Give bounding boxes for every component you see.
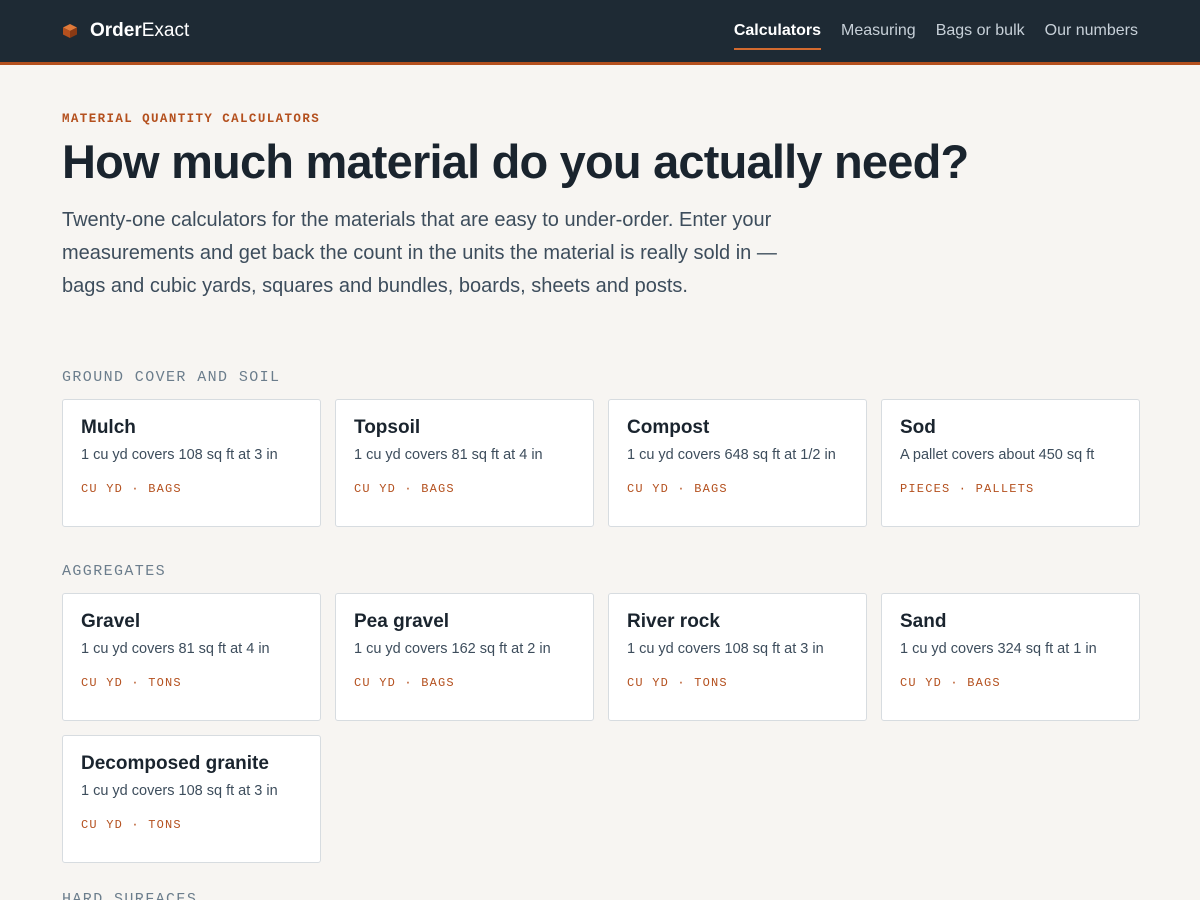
card-river-rock[interactable]: River rock 1 cu yd covers 108 sq ft at 3… — [608, 592, 867, 721]
brand-logo[interactable]: OrderExact — [62, 20, 189, 42]
section-title-aggregates: AGGREGATES — [62, 562, 167, 580]
card-desc: 1 cu yd covers 108 sq ft at 3 in — [81, 446, 278, 463]
cube-icon — [63, 24, 77, 38]
card-tags: CU YD · BAGS — [354, 481, 455, 496]
card-title: Sand — [900, 610, 947, 632]
card-tags: CU YD · TONS — [81, 817, 182, 832]
card-title: Topsoil — [354, 416, 421, 438]
card-desc: 1 cu yd covers 108 sq ft at 3 in — [81, 782, 278, 799]
card-desc: A pallet covers about 450 sq ft — [900, 446, 1095, 463]
hero-intro: Twenty-one calculators for the materials… — [62, 208, 777, 297]
card-gravel[interactable]: Gravel 1 cu yd covers 81 sq ft at 4 in C… — [62, 592, 321, 721]
section-title-hard-surfaces: HARD SURFACES — [62, 890, 198, 900]
card-tags: CU YD · BAGS — [900, 675, 1001, 690]
card-title: River rock — [627, 610, 720, 632]
card-sod[interactable]: Sod A pallet covers about 450 sq ft PIEC… — [881, 398, 1140, 527]
card-tags: PIECES · PALLETS — [900, 481, 1035, 496]
card-mulch[interactable]: Mulch 1 cu yd covers 108 sq ft at 3 in C… — [62, 398, 321, 527]
card-title: Gravel — [81, 610, 141, 632]
card-decomposed-granite[interactable]: Decomposed granite 1 cu yd covers 108 sq… — [62, 734, 321, 863]
hero-eyebrow: MATERIAL QUANTITY CALCULATORS — [62, 112, 321, 126]
section-title-ground-cover: GROUND COVER AND SOIL — [62, 368, 281, 386]
card-sand[interactable]: Sand 1 cu yd covers 324 sq ft at 1 in CU… — [881, 592, 1140, 721]
card-tags: CU YD · BAGS — [627, 481, 728, 496]
nav-measuring[interactable]: Measuring — [841, 18, 916, 44]
card-tags: CU YD · TONS — [627, 675, 728, 690]
card-grid-ground-cover: Mulch 1 cu yd covers 108 sq ft at 3 in C… — [62, 398, 1140, 527]
card-desc: 1 cu yd covers 162 sq ft at 2 in — [354, 640, 551, 657]
page-title: How much material do you actually need? — [62, 135, 969, 188]
card-title: Compost — [627, 416, 710, 438]
card-desc: 1 cu yd covers 81 sq ft at 4 in — [81, 640, 270, 657]
card-grid-aggregates: Gravel 1 cu yd covers 81 sq ft at 4 in C… — [62, 592, 1140, 863]
card-title: Sod — [900, 416, 936, 438]
card-tags: CU YD · TONS — [81, 675, 182, 690]
brand-name-bold: Order — [90, 20, 142, 41]
card-compost[interactable]: Compost 1 cu yd covers 648 sq ft at 1/2 … — [608, 398, 867, 527]
card-desc: 1 cu yd covers 648 sq ft at 1/2 in — [627, 446, 836, 463]
card-title: Decomposed granite — [81, 752, 269, 774]
card-tags: CU YD · BAGS — [354, 675, 455, 690]
card-pea-gravel[interactable]: Pea gravel 1 cu yd covers 162 sq ft at 2… — [335, 592, 594, 721]
card-title: Mulch — [81, 416, 136, 438]
nav-bags-or-bulk[interactable]: Bags or bulk — [936, 18, 1025, 44]
card-desc: 1 cu yd covers 81 sq ft at 4 in — [354, 446, 543, 463]
card-tags: CU YD · BAGS — [81, 481, 182, 496]
card-desc: 1 cu yd covers 108 sq ft at 3 in — [627, 640, 824, 657]
nav-calculators[interactable]: Calculators — [733, 18, 822, 50]
card-desc: 1 cu yd covers 324 sq ft at 1 in — [900, 640, 1097, 657]
main-content: MATERIAL QUANTITY CALCULATORS How much m… — [0, 112, 1200, 900]
main-nav: Calculators Measuring Bags or bulk Our n… — [733, 0, 1138, 62]
site-header: OrderExact Calculators Measuring Bags or… — [0, 0, 1200, 65]
card-topsoil[interactable]: Topsoil 1 cu yd covers 81 sq ft at 4 in … — [335, 398, 594, 527]
nav-our-numbers[interactable]: Our numbers — [1045, 18, 1138, 44]
brand-name-light: Exact — [141, 20, 190, 41]
card-title: Pea gravel — [354, 610, 450, 632]
